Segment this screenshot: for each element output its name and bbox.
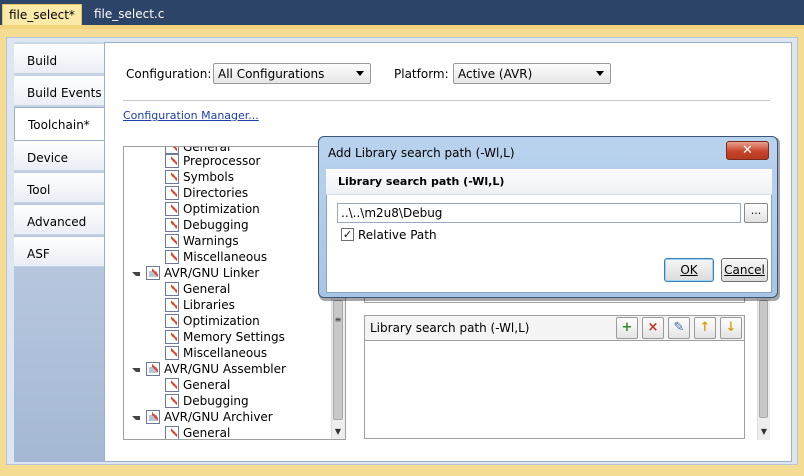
platform-label: Platform: [394, 67, 449, 81]
tree-item-linker-general[interactable]: General [165, 281, 230, 297]
expanded-triangle-icon[interactable] [132, 416, 140, 420]
add-item-icon[interactable]: + [616, 317, 638, 339]
expanded-triangle-icon[interactable] [132, 272, 140, 276]
close-icon[interactable]: ✕ [726, 141, 769, 160]
relative-path-label: Relative Path [358, 228, 437, 242]
tree-group-assembler[interactable]: AVR/GNU Assembler [132, 361, 286, 377]
settings-page-icon [165, 394, 179, 408]
tree-item-debugging[interactable]: Debugging [165, 217, 249, 233]
side-tab-toolchain[interactable]: Toolchain* [14, 107, 112, 141]
chevron-down-icon [356, 71, 364, 76]
configuration-select[interactable]: All Configurations [213, 63, 371, 84]
dialog-header: Library search path (-Wl,L) [326, 169, 772, 195]
tree-item-linker-optimization[interactable]: Optimization [165, 313, 260, 329]
side-tab-device[interactable]: Device [14, 141, 106, 171]
settings-page-icon [165, 330, 179, 344]
settings-page-icon [165, 202, 179, 216]
tree-item-linker-miscellaneous[interactable]: Miscellaneous [165, 345, 267, 361]
settings-page-icon [165, 186, 179, 200]
doc-tab-file-select-project[interactable]: file_select* [2, 4, 82, 26]
settings-group-icon [146, 410, 160, 424]
configuration-label: Configuration: [126, 67, 212, 81]
divider [123, 100, 770, 101]
side-tab-build[interactable]: Build [14, 44, 106, 74]
side-tab-tool[interactable]: Tool [14, 173, 106, 203]
tree-group-linker[interactable]: AVR/GNU Linker [132, 265, 259, 281]
settings-page-icon [165, 426, 179, 439]
tree-item-assembler-general[interactable]: General [165, 377, 230, 393]
tree-item-archiver-general[interactable]: General [165, 425, 230, 439]
tree-item-directories[interactable]: Directories [165, 185, 248, 201]
settings-page-icon [165, 282, 179, 296]
ok-button[interactable]: OK [664, 258, 714, 282]
edit-item-icon[interactable]: ✎ [668, 317, 690, 339]
settings-page-icon [165, 378, 179, 392]
relative-path-checkbox[interactable]: ✓ [341, 228, 354, 241]
cancel-button[interactable]: Cancel [721, 258, 768, 282]
tree-item-linker-memory-settings[interactable]: Memory Settings [165, 329, 285, 345]
library-path-input[interactable]: ..\..\m2u8\Debug [337, 203, 741, 223]
delete-item-icon[interactable]: × [642, 317, 664, 339]
grip-icon: ≡ [334, 315, 342, 324]
tree-item-miscellaneous[interactable]: Miscellaneous [165, 249, 267, 265]
settings-page-icon [165, 170, 179, 184]
configuration-value: All Configurations [218, 67, 325, 81]
settings-page-icon [165, 314, 179, 328]
toolchain-tree: General Preprocessor Symbols Directories… [123, 146, 346, 440]
tree-item-linker-libraries[interactable]: Libraries [165, 297, 235, 313]
tree-item-symbols[interactable]: Symbols [165, 169, 234, 185]
settings-page-icon [165, 250, 179, 264]
chevron-down-icon [596, 71, 604, 76]
platform-select[interactable]: Active (AVR) [453, 63, 611, 84]
move-up-icon[interactable]: ↑ [694, 317, 716, 339]
configuration-manager-link[interactable]: Configuration Manager... [123, 109, 259, 122]
expanded-triangle-icon[interactable] [132, 368, 140, 372]
settings-page-icon [165, 346, 179, 360]
settings-group-icon [146, 266, 160, 280]
scroll-down-arrow-icon[interactable]: ▼ [332, 426, 344, 438]
tree-item-preprocessor[interactable]: Preprocessor [165, 153, 260, 169]
browse-button[interactable]: ... [744, 203, 768, 223]
tree-item-assembler-debugging[interactable]: Debugging [165, 393, 249, 409]
side-tab-build-events[interactable]: Build Events [14, 76, 106, 106]
settings-page-icon [165, 298, 179, 312]
tree-item-optimization[interactable]: Optimization [165, 201, 260, 217]
settings-page-icon [165, 234, 179, 248]
scroll-down-arrow-icon[interactable]: ▼ [758, 426, 770, 438]
side-tab-advanced[interactable]: Advanced [14, 205, 106, 235]
tree-item-warnings[interactable]: Warnings [165, 233, 239, 249]
dialog-title: Add Library search path (-Wl,L) [328, 146, 515, 160]
settings-page-icon [165, 218, 179, 232]
tree-group-archiver[interactable]: AVR/GNU Archiver [132, 409, 273, 425]
side-tab-asf[interactable]: ASF [14, 237, 106, 267]
options-scrollbar-thumb[interactable] [759, 300, 768, 418]
settings-group-icon [146, 362, 160, 376]
library-search-path-title: Library search path (-Wl,L) [370, 321, 530, 335]
settings-page-icon [165, 154, 179, 168]
platform-value: Active (AVR) [458, 67, 533, 81]
move-down-icon[interactable]: ↓ [720, 317, 742, 339]
doc-tab-file-select-c[interactable]: file_select.c [88, 4, 170, 26]
